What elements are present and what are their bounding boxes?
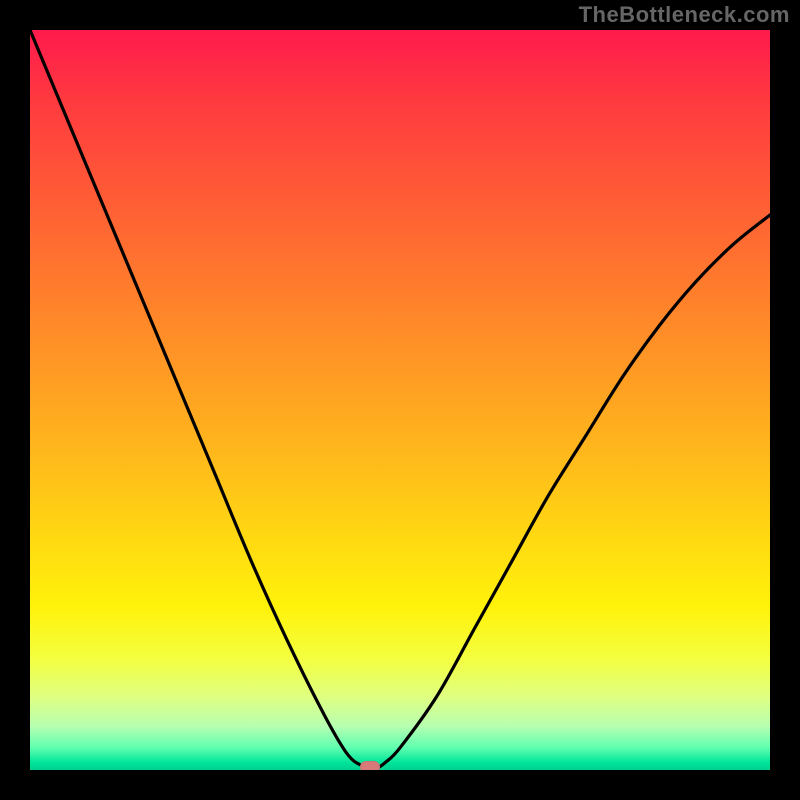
chart-frame: TheBottleneck.com (0, 0, 800, 800)
minimum-marker (360, 761, 380, 770)
watermark-text: TheBottleneck.com (579, 2, 790, 28)
curve-svg (30, 30, 770, 770)
bottleneck-curve-path (30, 30, 770, 770)
plot-area (30, 30, 770, 770)
